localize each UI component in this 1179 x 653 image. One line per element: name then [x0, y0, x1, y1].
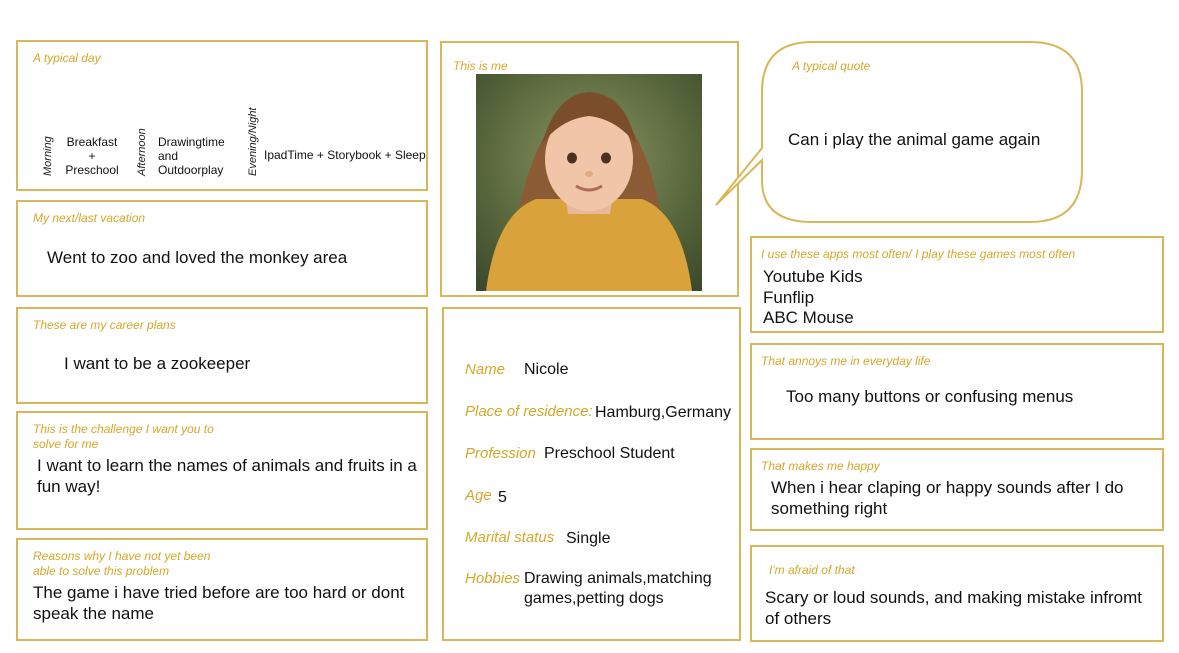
- typical-day-label: A typical day: [33, 51, 101, 65]
- child-portrait-illustration: [476, 74, 702, 291]
- profile-card: Name Nicole Place of residence: Hamburg,…: [442, 307, 741, 641]
- afraid-label: I'm afraid of that: [769, 563, 855, 577]
- apps-item: Funflip: [763, 288, 815, 307]
- afraid-text: Scary or loud sounds, and making mistake…: [765, 588, 1143, 628]
- evening-text: IpadTime + Storybook + Sleep: [264, 148, 426, 162]
- this-is-me-label: This is me: [453, 59, 508, 73]
- marital-value: Single: [566, 530, 611, 547]
- typical-day-card: A typical day Morning Breakfast + Presch…: [16, 40, 428, 191]
- apps-label: I use these apps most often/ I play thes…: [761, 247, 1076, 261]
- happy-label: That makes me happy: [761, 459, 880, 473]
- vacation-text: Went to zoo and loved the monkey area: [47, 248, 348, 267]
- marital-label: Marital status: [465, 529, 555, 546]
- challenge-text: I want to learn the names of animals and…: [37, 456, 417, 496]
- challenge-card: This is the challenge I want you to solv…: [16, 411, 428, 530]
- reasons-card: Reasons why I have not yet been able to …: [16, 538, 428, 641]
- name-label: Name: [465, 361, 506, 378]
- age-label: Age: [465, 487, 492, 504]
- evening-label: Evening/Night: [247, 107, 259, 177]
- morning-text: Breakfast + Preschool: [65, 135, 119, 177]
- apps-item: Youtube Kids: [763, 267, 863, 286]
- quote-text: Can i play the animal game again: [788, 130, 1041, 149]
- career-text: I want to be a zookeeper: [64, 354, 251, 373]
- apps-card: I use these apps most often/ I play thes…: [750, 236, 1164, 333]
- annoys-label: That annoys me in everyday life: [761, 354, 931, 368]
- profession-value: Preschool Student: [544, 445, 675, 462]
- profile-photo: [476, 74, 702, 291]
- reasons-text: The game i have tried before are too har…: [33, 583, 405, 623]
- hobbies-label: Hobbies: [465, 570, 521, 587]
- vacation-label: My next/last vacation: [33, 211, 146, 225]
- name-value: Nicole: [524, 361, 569, 378]
- career-card: These are my career plans I want to be a…: [16, 307, 428, 404]
- afraid-card: I'm afraid of that Scary or loud sounds,…: [750, 545, 1164, 642]
- afternoon-label: Afternoon: [136, 128, 148, 176]
- quote-label: A typical quote: [792, 59, 871, 73]
- vacation-card: My next/last vacation Went to zoo and lo…: [16, 200, 428, 297]
- happy-card: That makes me happy When i hear claping …: [750, 448, 1164, 531]
- reasons-label: Reasons why I have not yet been able to …: [33, 549, 211, 578]
- happy-text: When i hear claping or happy sounds afte…: [771, 478, 1124, 518]
- annoys-card: That annoys me in everyday life Too many…: [750, 343, 1164, 440]
- residence-value: Hamburg,Germany: [595, 404, 732, 421]
- hobbies-value: Drawing animals,matching games,petting d…: [524, 570, 712, 607]
- residence-label: Place of residence:: [465, 403, 593, 420]
- profession-label: Profession: [465, 445, 536, 462]
- afternoon-text: Drawingtime and Outdoorplay: [158, 135, 225, 177]
- annoys-text: Too many buttons or confusing menus: [786, 387, 1074, 406]
- career-label: These are my career plans: [33, 318, 176, 332]
- challenge-label: This is the challenge I want you to solv…: [33, 422, 214, 451]
- morning-label: Morning: [42, 136, 54, 176]
- age-value: 5: [498, 489, 507, 506]
- apps-item: ABC Mouse: [763, 308, 854, 327]
